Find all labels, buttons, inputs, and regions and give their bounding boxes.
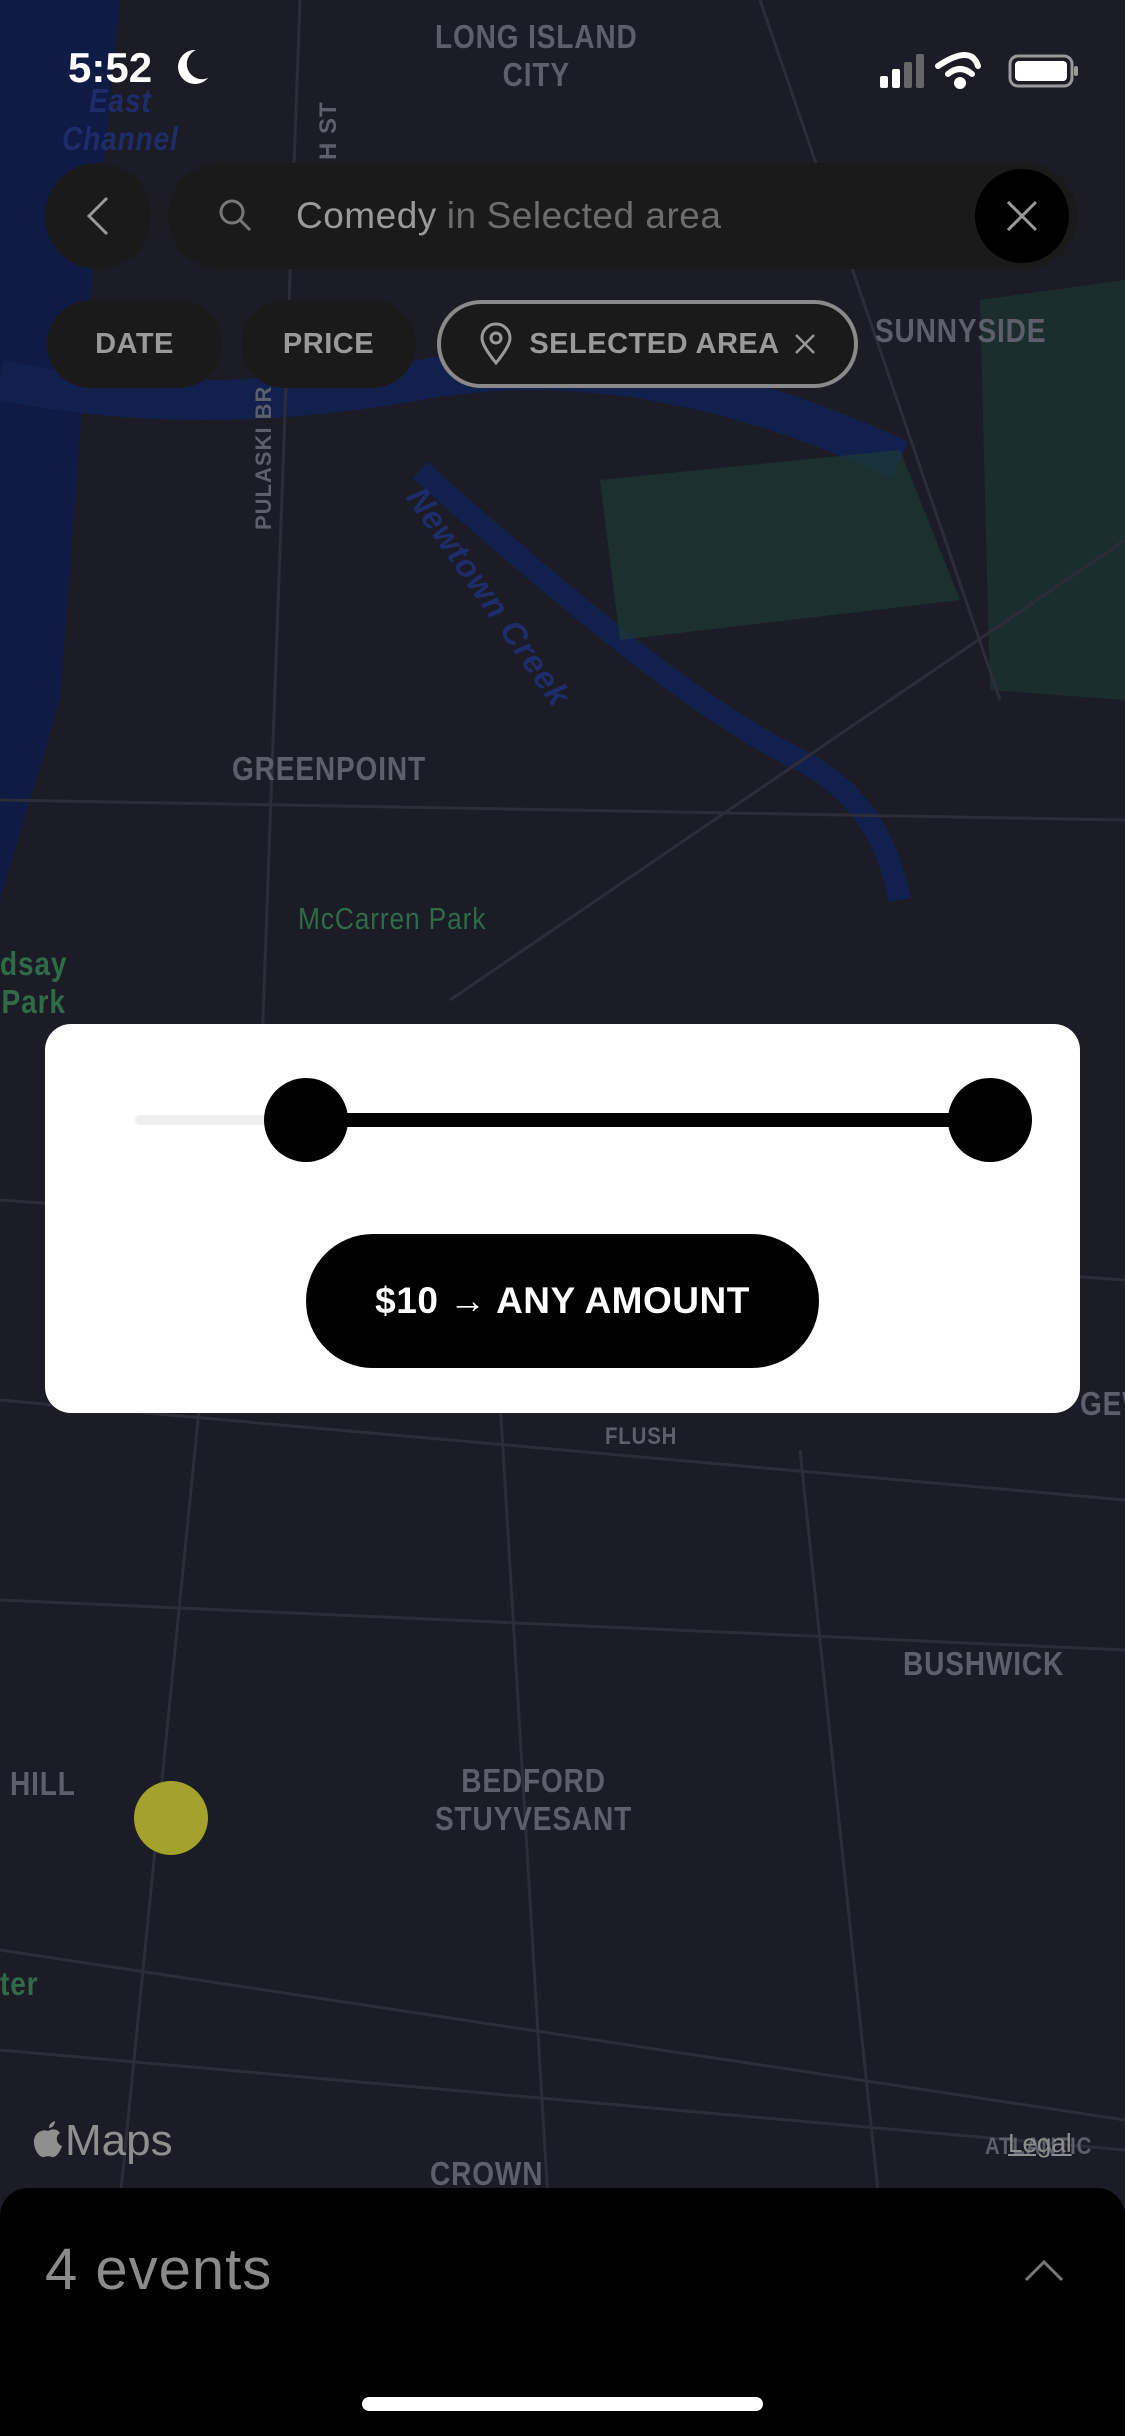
event-marker[interactable]: [134, 1781, 208, 1855]
filter-label: PRICE: [282, 327, 375, 360]
search-connector: in: [446, 195, 477, 236]
slider-min-handle[interactable]: [264, 1078, 348, 1162]
events-count: 4 events: [45, 2237, 273, 2302]
map-label: HILL: [10, 1765, 76, 1802]
price-filter-card: $10 → ANY AMOUNT: [45, 1024, 1080, 1413]
apple-logo-icon: [33, 2121, 62, 2158]
map-label: H ST: [315, 101, 342, 160]
map-label: SUNNYSIDE: [875, 312, 1047, 349]
wifi-icon: [935, 52, 981, 89]
back-button[interactable]: [45, 163, 151, 269]
filter-label: DATE: [95, 327, 174, 360]
status-time: 5:52: [68, 44, 153, 91]
slider-max-handle[interactable]: [948, 1078, 1032, 1162]
battery-icon: [1008, 54, 1078, 88]
chevron-left-icon: [86, 196, 109, 236]
chevron-up-icon[interactable]: [1024, 2258, 1064, 2282]
map-label: McCarren Park: [298, 901, 487, 936]
slider-track-inactive: [135, 1115, 275, 1125]
close-icon: [1006, 200, 1038, 232]
search-bar[interactable]: Comedy in Selected area: [168, 163, 1078, 269]
map-label: FLUSH: [605, 1423, 678, 1450]
map-label: BEDFORD STUYVESANT: [435, 1762, 633, 1837]
clear-search-button[interactable]: [975, 169, 1069, 263]
maps-attribution: Maps: [65, 2116, 173, 2165]
map-label: GREENPOINT: [232, 750, 426, 787]
search-area: Selected area: [486, 195, 722, 236]
search-icon: [219, 199, 252, 232]
cellular-signal-icon: [880, 54, 924, 88]
map-label: ter: [0, 1965, 39, 2002]
filter-date[interactable]: DATE: [47, 300, 222, 388]
map-label: GEW: [1080, 1385, 1125, 1422]
filter-selected-area[interactable]: SELECTED AREA: [437, 300, 858, 388]
slider-track-active: [306, 1113, 990, 1127]
map-label: dsay Park: [0, 945, 68, 1020]
filter-price[interactable]: PRICE: [241, 300, 416, 388]
moon-icon: [178, 49, 208, 84]
legal-link[interactable]: Legal: [1008, 2128, 1072, 2159]
search-query: Comedy: [296, 195, 437, 236]
map-label: East Channel: [62, 82, 179, 157]
map-label: LONG ISLAND CITY: [435, 18, 638, 93]
filter-label: SELECTED AREA: [529, 327, 780, 360]
close-icon[interactable]: [794, 333, 816, 355]
map-label: BUSHWICK: [903, 1645, 1065, 1682]
map-pin-icon: [480, 322, 512, 366]
price-range-button[interactable]: $10 → ANY AMOUNT: [306, 1234, 819, 1368]
home-indicator: [362, 2397, 763, 2411]
map-label: PULASKI BR: [251, 385, 276, 530]
apple-maps-logo: Maps: [31, 2116, 173, 2166]
